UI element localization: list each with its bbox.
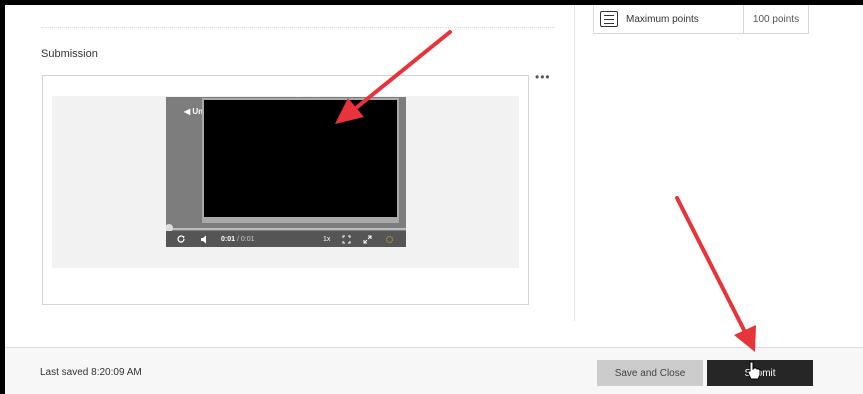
current-time: 0:01 (221, 235, 236, 243)
progress-bar[interactable] (166, 228, 406, 230)
player-controls: 0:01 / 0:01 1x (166, 231, 406, 247)
expand-icon[interactable] (342, 231, 351, 247)
max-points-label: Maximum points (626, 13, 699, 25)
duration: / 0:01 (236, 235, 255, 243)
time-display: 0:01 / 0:01 (221, 231, 254, 247)
footer-bar: Last saved 8:20:09 AM Save and Close Sub… (5, 347, 863, 394)
submit-button[interactable]: Submit (707, 360, 813, 386)
last-saved-status: Last saved 8:20:09 AM (40, 367, 142, 378)
volume-icon[interactable] (200, 231, 208, 247)
playback-speed-button[interactable]: 1x (323, 231, 330, 247)
max-points-value: 100 points (752, 13, 800, 25)
section-divider (41, 27, 555, 28)
settings-icon[interactable] (385, 231, 394, 247)
unmute-button[interactable]: ◀ Un (184, 107, 203, 116)
video-frame (202, 98, 399, 223)
max-points-label-cell: Maximum points (594, 5, 744, 33)
submission-heading: Submission (41, 48, 98, 60)
fullscreen-icon[interactable] (363, 231, 372, 247)
replay-icon[interactable] (176, 231, 186, 247)
checklist-icon (600, 11, 618, 27)
column-separator (574, 5, 575, 321)
more-options-button[interactable]: ••• (535, 71, 551, 83)
save-and-close-button[interactable]: Save and Close (597, 360, 703, 386)
video-player[interactable]: ◀ Un 0:01 / 0:01 1x (166, 97, 406, 247)
max-points-row: Maximum points 100 points (593, 5, 809, 34)
